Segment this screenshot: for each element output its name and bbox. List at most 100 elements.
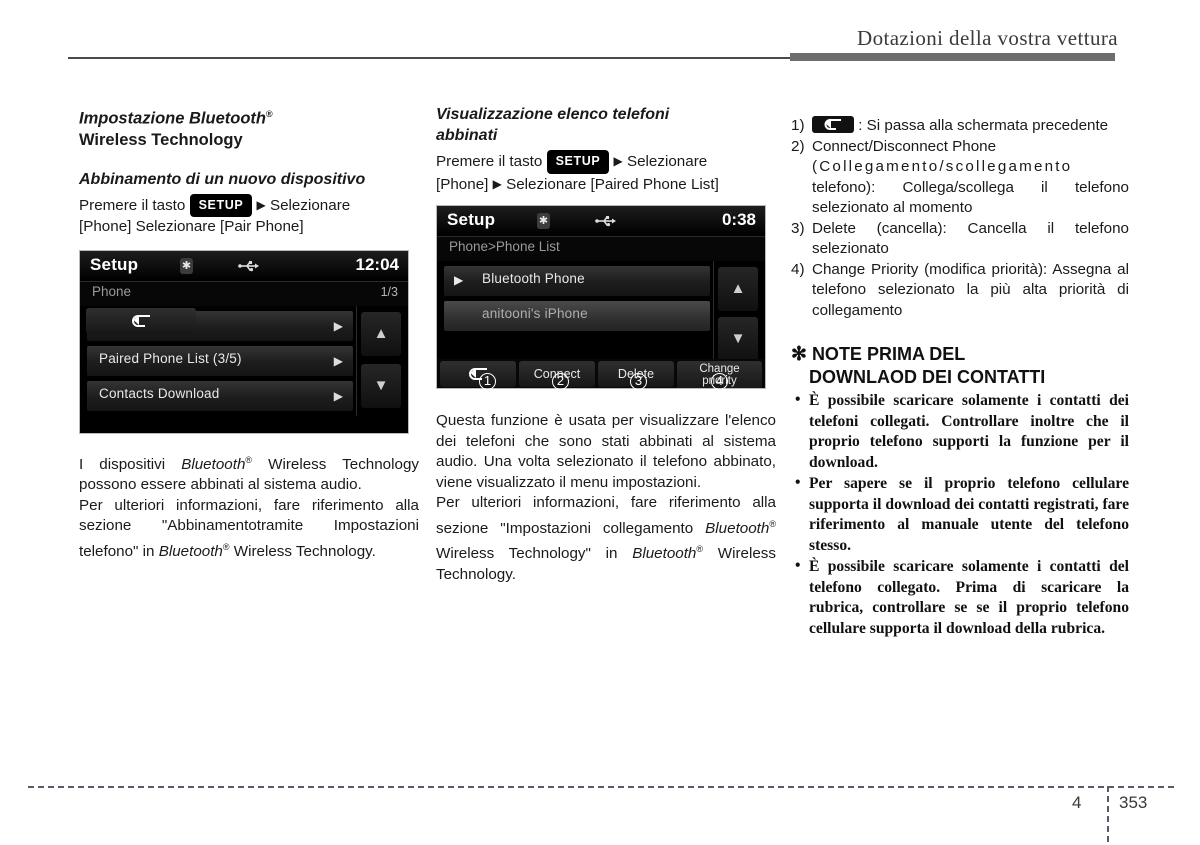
callout-1: 1 bbox=[479, 373, 496, 390]
middle-p2-bluetooth-2: Bluetooth bbox=[632, 545, 697, 563]
middle-instruction-post-a: [Phone] bbox=[436, 175, 489, 193]
device-screenshot-setup-phone: Setup ✱ 12:04 Phone 1/3 Pair Phone ▶ bbox=[79, 249, 409, 434]
device1-body: Pair Phone ▶ Paired Phone List (3/5) ▶ C… bbox=[80, 305, 408, 433]
middle-p2-c: Wireless Technology" in bbox=[436, 545, 633, 563]
note-bullet-1-text: È possibile scaricare solamente i contat… bbox=[809, 392, 1129, 471]
bullet-icon: • bbox=[795, 557, 801, 574]
device2-breadcrumb: Phone>Phone List bbox=[449, 239, 560, 254]
scroll-down-button[interactable]: ▼ bbox=[718, 317, 758, 361]
middle-subsection-title-line1: Visualizzazione elenco telefoni bbox=[436, 106, 670, 123]
arrow-right-icon: ▶ bbox=[256, 197, 266, 212]
list-item-2: 2) Connect/Disconnect Phone (Collegament… bbox=[791, 137, 1129, 219]
middle-instruction-mid: Selezionare bbox=[626, 153, 708, 170]
setup-key-badge[interactable]: SETUP bbox=[546, 150, 610, 174]
middle-subsection-title: Visualizzazione elenco telefoni abbinati bbox=[436, 104, 776, 146]
arrow-right-icon: ▶ bbox=[613, 154, 623, 168]
list-marker-3: 3) bbox=[791, 219, 805, 237]
callout-4: 4 bbox=[711, 373, 728, 390]
device1-page-indicator: 1/3 bbox=[380, 284, 398, 299]
middle-column: Visualizzazione elenco telefoni abbinati… bbox=[436, 104, 776, 585]
device1-back-button[interactable] bbox=[86, 307, 196, 334]
left-paragraph-1: I dispositivi Bluetooth® Wireless Techno… bbox=[79, 450, 419, 496]
callout-3: 3 bbox=[630, 373, 647, 390]
left-instruction-mid: Selezionare bbox=[269, 196, 351, 214]
note-bullet-list: • È possibile scaricare solamente i cont… bbox=[791, 391, 1129, 639]
footer-chapter-number: 4 bbox=[1072, 793, 1082, 812]
device2-breadcrumb-bar: Phone>Phone List bbox=[437, 237, 765, 261]
note-bullet-2: • Per sapere se il proprio telefono cell… bbox=[791, 474, 1129, 556]
list-marker-1: 1) bbox=[791, 117, 805, 134]
left-p1-a: I dispositivi bbox=[79, 455, 182, 473]
note-heading-line1: NOTE PRIMA DEL bbox=[811, 344, 966, 364]
middle-instruction: Premere il tasto SETUP ▶ Selezionare [Ph… bbox=[436, 150, 776, 195]
callout-2: 2 bbox=[552, 373, 569, 390]
list-item-4: 4) Change Priority (modifica priorità): … bbox=[791, 260, 1129, 322]
button-description-list: 1) : Si passa alla schermata precedente … bbox=[791, 116, 1129, 321]
chevron-right-icon: ▶ bbox=[333, 318, 343, 333]
list-text-4: Change Priority (modifica priorità): Ass… bbox=[812, 260, 1129, 319]
middle-p2-bluetooth-1: Bluetooth bbox=[705, 519, 770, 537]
device1-row-contacts-download[interactable]: Contacts Download ▶ bbox=[86, 379, 354, 412]
left-p1-bluetooth: Bluetooth bbox=[181, 455, 246, 473]
device2-row-bluetooth-phone[interactable]: ▶ Bluetooth Phone bbox=[443, 265, 711, 297]
left-instruction: Premere il tasto SETUP ▶ Selezionare [Ph… bbox=[79, 193, 419, 238]
note-heading: ✻ NOTE PRIMA DEL DOWNLAOD DEI CONTATTI bbox=[791, 343, 1129, 389]
device2-back-button[interactable] bbox=[440, 361, 516, 387]
arrow-right-icon: ▶ bbox=[492, 176, 502, 191]
scroll-up-button[interactable]: ▲ bbox=[361, 311, 401, 356]
device-screenshot-phone-list: Setup ✱ 0:38 Phone>Phone List ▶ Bluetoot… bbox=[436, 205, 766, 389]
setup-key-badge[interactable]: SETUP bbox=[189, 193, 253, 217]
usb-icon bbox=[595, 216, 616, 227]
right-column: 1) : Si passa alla schermata precedente … bbox=[791, 116, 1129, 640]
section-title-line1: Impostazione Bluetooth bbox=[79, 109, 266, 128]
back-arrow-icon bbox=[812, 116, 854, 133]
list-text-2-spaced: (Collegamento/scollegamento bbox=[812, 158, 1073, 175]
note-heading-line2: DOWNLAOD DEI CONTATTI bbox=[809, 367, 1046, 387]
list-text-3: Delete (cancella): Cancella il telefono … bbox=[812, 219, 1129, 258]
device2-clock: 0:38 bbox=[721, 210, 756, 229]
scroll-down-button[interactable]: ▼ bbox=[361, 363, 401, 408]
note-bullet-1: • È possibile scaricare solamente i cont… bbox=[791, 391, 1129, 473]
left-instruction-pre: Premere il tasto bbox=[79, 196, 186, 214]
row-label: Contacts Download bbox=[99, 385, 220, 401]
device2-row-anitoonis-iphone[interactable]: anitooni's iPhone bbox=[443, 300, 711, 332]
page-header: Dotazioni della vostra vettura bbox=[0, 0, 1200, 70]
asterisk-icon: ✻ bbox=[791, 344, 807, 365]
header-rule-thin bbox=[68, 57, 790, 59]
bluetooth-icon: ✱ bbox=[537, 213, 550, 229]
list-marker-4: 4) bbox=[791, 260, 805, 278]
list-text-1: : Si passa alla schermata precedente bbox=[858, 117, 1109, 134]
left-column: Impostazione Bluetooth ® Wireless Technol… bbox=[79, 104, 419, 562]
footer-divider bbox=[28, 786, 1174, 788]
device2-title: Setup bbox=[447, 210, 496, 229]
list-item-3: 3) Delete (cancella): Cancella il telefo… bbox=[791, 219, 1129, 260]
list-text-2-rest: telefono): Collega/scollega il telefono … bbox=[812, 178, 1129, 217]
section-title: Impostazione Bluetooth® Wireless Technol… bbox=[79, 104, 419, 151]
device2-scrollbar[interactable]: ▲ ▼ bbox=[713, 261, 765, 361]
chevron-right-icon: ▶ bbox=[333, 353, 343, 368]
device1-breadcrumb: Phone bbox=[92, 283, 132, 299]
left-subsection-title: Abbinamento di un nuovo dispositivo bbox=[79, 170, 366, 188]
device2-status-bar: Setup ✱ 0:38 bbox=[437, 206, 765, 237]
section-title-line2: Wireless Technology bbox=[79, 130, 243, 149]
middle-instruction-pre: Premere il tasto bbox=[436, 153, 543, 170]
scroll-up-button[interactable]: ▲ bbox=[718, 267, 758, 311]
back-arrow-icon bbox=[132, 314, 150, 327]
page-header-title: Dotazioni della vostra vettura bbox=[857, 26, 1118, 50]
usb-icon bbox=[238, 260, 259, 271]
device1-title: Setup bbox=[90, 254, 139, 274]
bluetooth-icon: ✱ bbox=[180, 257, 193, 274]
device1-scrollbar[interactable]: ▲ ▼ bbox=[356, 305, 408, 416]
footer-vertical-divider bbox=[1107, 786, 1109, 842]
registered-mark: ® bbox=[222, 541, 230, 552]
device1-status-bar: Setup ✱ 12:04 bbox=[80, 250, 408, 282]
middle-paragraph-2: Per ulteriori informazioni, fare riferim… bbox=[436, 493, 776, 585]
middle-paragraph-1: Questa funzione è usata per visualizzare… bbox=[436, 412, 776, 491]
device1-clock: 12:04 bbox=[355, 254, 399, 274]
row-label: Bluetooth Phone bbox=[482, 271, 585, 286]
row-label: Paired Phone List (3/5) bbox=[99, 350, 242, 366]
row-label: anitooni's iPhone bbox=[482, 306, 588, 321]
device1-row-paired-phone-list[interactable]: Paired Phone List (3/5) ▶ bbox=[86, 344, 354, 377]
left-p2-bluetooth: Bluetooth bbox=[158, 542, 223, 560]
device1-breadcrumb-bar: Phone 1/3 bbox=[80, 281, 408, 306]
